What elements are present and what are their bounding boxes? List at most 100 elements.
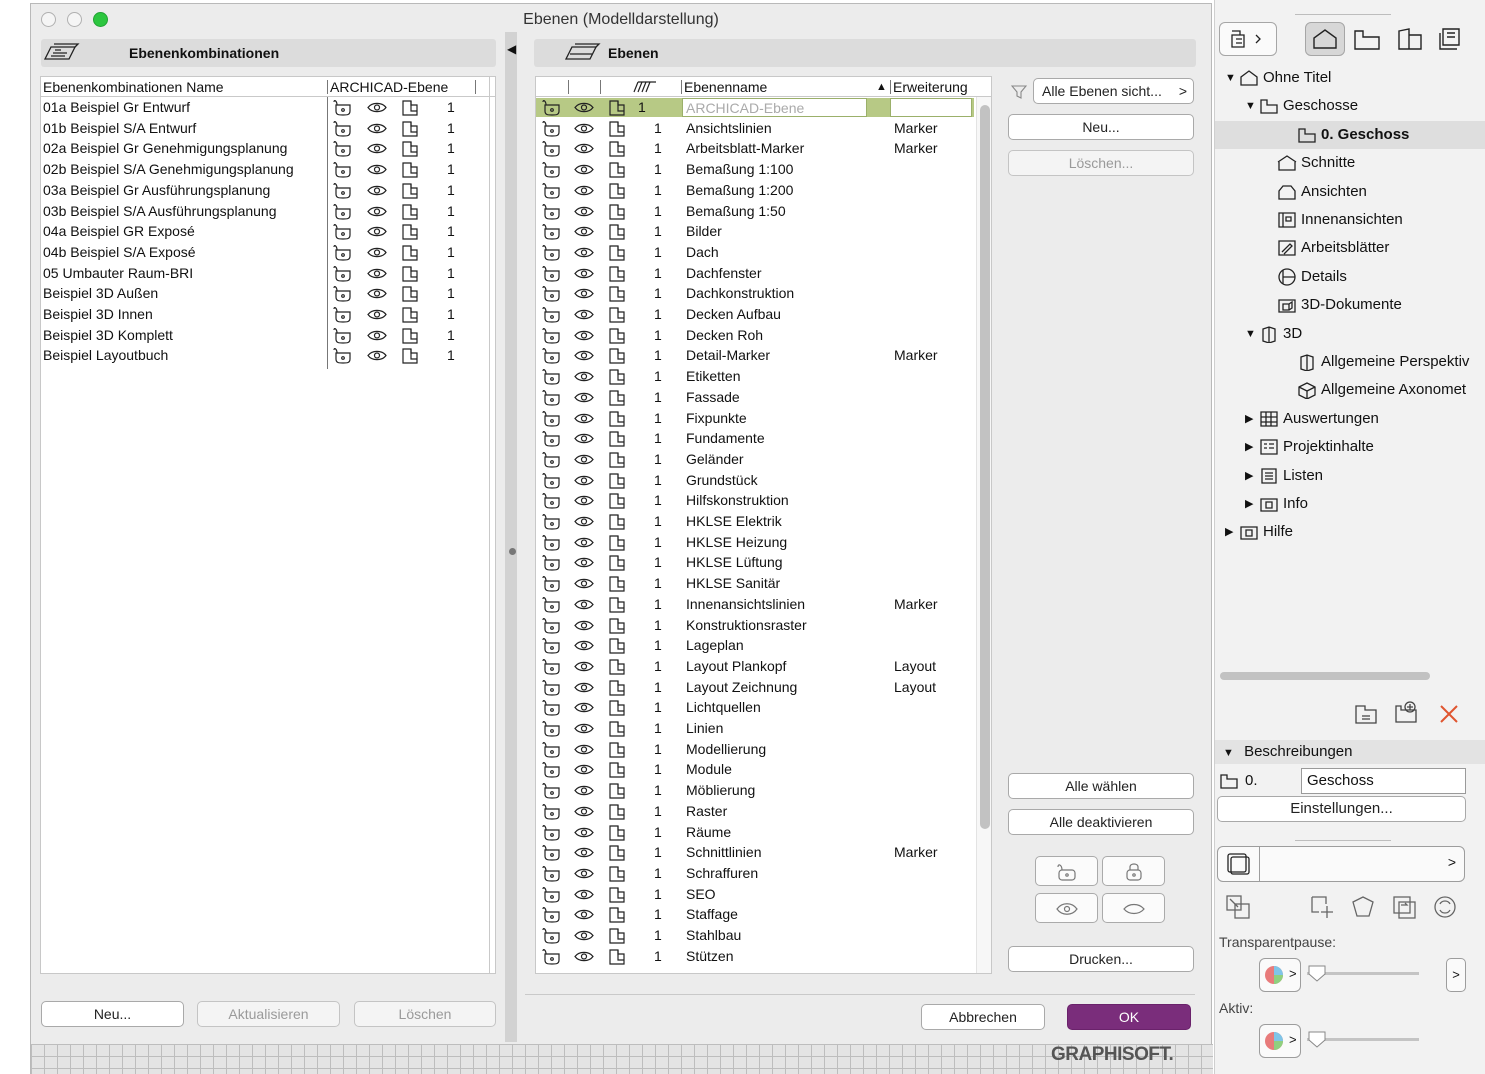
table-row[interactable]: 1 Dach [536,242,976,263]
table-row[interactable]: 1 Decken Roh [536,325,976,346]
eye-icon[interactable] [574,844,594,861]
sort-ascending-icon[interactable]: ▲ [876,77,887,97]
layer-name-edit-field[interactable]: ARCHICAD-Ebene [682,98,867,117]
intersection-group[interactable]: 1 [654,470,662,491]
intersection-group[interactable]: 1 [654,759,662,780]
table-row[interactable]: 1 Dachfenster [536,263,976,284]
table-row[interactable]: 03a Beispiel Gr Ausführungsplanung 1 [41,180,495,201]
lock-icon[interactable] [333,99,353,116]
combination-delete-button[interactable]: Löschen [354,1001,496,1027]
eye-icon[interactable] [574,948,594,965]
wireframe-icon[interactable] [607,554,627,571]
lock-icon[interactable] [333,140,353,157]
eye-icon[interactable] [574,658,594,675]
panel-splitter[interactable] [505,32,517,1042]
wireframe-icon[interactable] [607,906,627,923]
lock-icon[interactable] [333,120,353,137]
table-row[interactable]: 1 Modellierung [536,739,976,760]
splitter-grip-icon[interactable] [509,548,516,555]
triangle-right-icon[interactable]: ▶ [1245,434,1253,460]
table-row[interactable]: 1 Layout Plankopf Layout [536,656,976,677]
eye-icon[interactable] [367,347,387,364]
table-row[interactable]: 1 Fixpunkte [536,408,976,429]
wireframe-icon[interactable] [607,223,627,240]
triangle-down-icon[interactable]: ▼ [1245,321,1256,347]
table-row[interactable]: 1 Lageplan [536,635,976,656]
table-row[interactable]: 1 Linien [536,718,976,739]
eye-icon[interactable] [574,886,594,903]
intersection-group[interactable]: 1 [654,242,662,263]
delete-x-icon[interactable] [1437,702,1461,726]
filter-visible-layers-button[interactable]: Alle Ebenen sicht... > [1033,78,1194,104]
eye-icon[interactable] [574,513,594,530]
eye-icon[interactable] [574,306,594,323]
wireframe-icon[interactable] [607,824,627,841]
eye-icon[interactable] [574,99,594,116]
tree-item-3d[interactable]: ▼ 3D [1215,321,1485,347]
wireframe-icon[interactable] [607,347,627,364]
wireframe-icon[interactable] [607,492,627,509]
eye-icon[interactable] [574,906,594,923]
eye-icon[interactable] [574,347,594,364]
wireframe-icon[interactable] [607,844,627,861]
intersection-group[interactable]: 1 [654,552,662,573]
ok-button[interactable]: OK [1067,1004,1191,1030]
tree-item-3d-documents[interactable]: 3D-Dokumente [1215,292,1485,318]
eye-icon[interactable] [574,368,594,385]
table-row[interactable]: 1 Module [536,759,976,780]
intersection-group[interactable]: 1 [654,904,662,925]
eye-icon[interactable] [574,824,594,841]
tree-item-schedules[interactable]: ▶ Auswertungen [1215,406,1485,432]
lock-icon[interactable] [542,906,562,923]
wireframe-icon[interactable] [400,244,420,261]
intersection-group[interactable]: 1 [654,490,662,511]
intersection-group[interactable]: 1 [654,159,662,180]
tree-item-story-0[interactable]: 0. Geschoss [1215,122,1485,148]
eye-icon[interactable] [574,679,594,696]
column-header-name[interactable]: Ebenenkombinationen Name [43,77,224,97]
tree-item-details[interactable]: Details [1215,264,1485,290]
intersection-group[interactable]: 1 [654,449,662,470]
slider-thumb[interactable] [1307,1030,1327,1048]
table-row[interactable]: 1 Bemaßung 1:200 [536,180,976,201]
wireframe-icon[interactable] [607,472,627,489]
eye-icon[interactable] [367,285,387,302]
eye-icon[interactable] [574,265,594,282]
intersection-group[interactable]: 1 [654,304,662,325]
chevron-right-icon[interactable]: > [1446,958,1466,992]
wireframe-icon[interactable] [607,265,627,282]
lock-icon[interactable] [542,182,562,199]
wireframe-icon[interactable] [607,513,627,530]
intersection-group[interactable]: 1 [654,201,662,222]
eye-icon[interactable] [574,410,594,427]
intersection-group[interactable]: 1 [654,180,662,201]
eye-icon[interactable] [367,265,387,282]
table-row[interactable]: 01b Beispiel S/A Entwurf 1 [41,118,495,139]
lock-icon[interactable] [542,161,562,178]
layers-scrollbar[interactable] [976,97,991,973]
eye-icon[interactable] [574,492,594,509]
wireframe-icon[interactable] [607,534,627,551]
wireframe-icon[interactable] [607,741,627,758]
table-row[interactable]: 1 Hilfskonstruktion [536,490,976,511]
tree-item-axonometry[interactable]: Allgemeine Axonomet [1215,377,1485,403]
lock-icon[interactable] [542,472,562,489]
lock-icon[interactable] [542,575,562,592]
wireframe-icon[interactable] [400,203,420,220]
combination-update-button[interactable]: Aktualisieren [197,1001,340,1027]
lock-icon[interactable] [542,513,562,530]
intersection-group[interactable]: 1 [654,697,662,718]
unlock-all-button[interactable] [1035,856,1098,886]
table-row[interactable]: 1 HKLSE Heizung [536,532,976,553]
lock-icon[interactable] [542,927,562,944]
wireframe-icon[interactable] [607,306,627,323]
deactivate-all-button[interactable]: Alle deaktivieren [1008,809,1194,835]
lock-icon[interactable] [542,865,562,882]
table-row[interactable]: 1 ARCHICAD-Ebene [536,97,976,118]
lock-icon[interactable] [333,265,353,282]
table-row[interactable]: 1 HKLSE Lüftung [536,552,976,573]
triangle-right-icon[interactable]: ▶ [1245,463,1253,489]
navigator-mode-button[interactable] [1219,22,1277,56]
lock-icon[interactable] [542,699,562,716]
table-row[interactable]: Beispiel 3D Komplett 1 [41,325,495,346]
